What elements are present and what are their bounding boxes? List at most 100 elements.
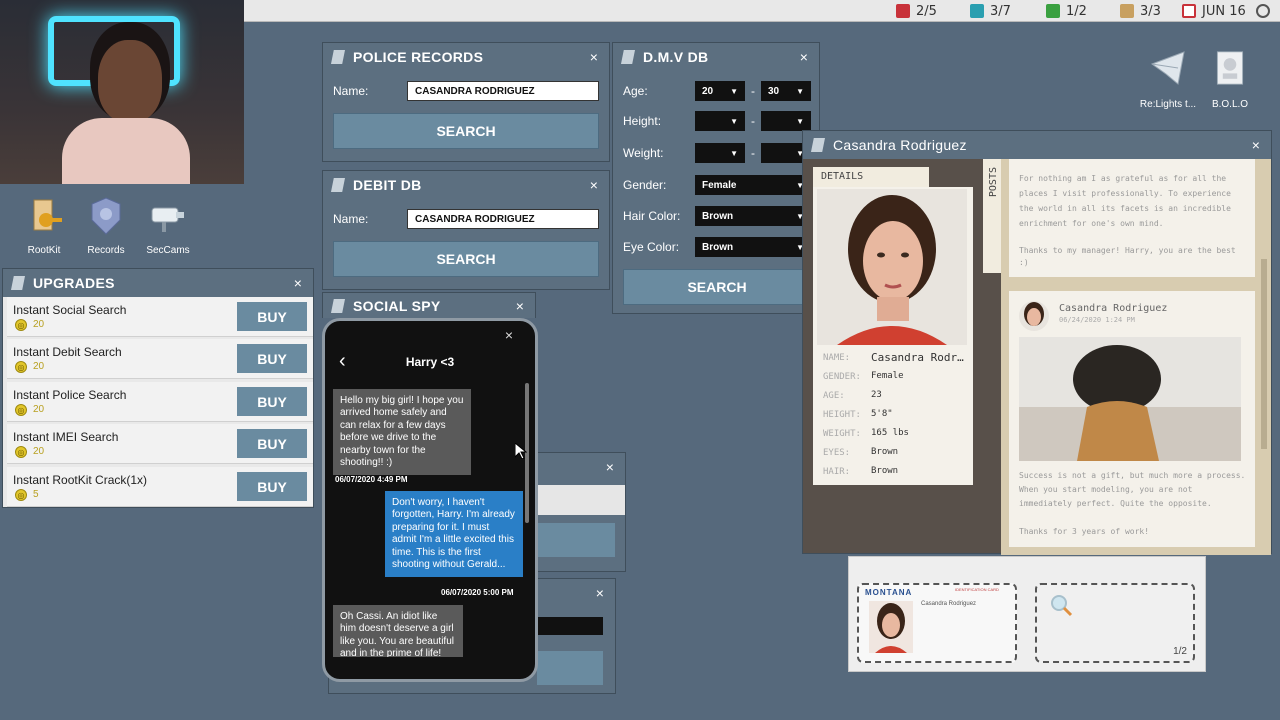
details-tab[interactable]: DETAILS [813,167,929,187]
social-titlebar[interactable]: SOCIAL SPY × [323,293,535,319]
chevron-down-icon: ▼ [730,148,738,158]
gender-select[interactable]: Female ▼ [695,175,811,195]
name-row: Name: CASANDRA RODRIGUEZ [323,81,609,101]
chevron-down-icon: ▼ [730,86,738,96]
range-dash: - [751,146,755,160]
chevron-down-icon: ▼ [730,116,738,126]
buy-button[interactable]: BUY [237,302,307,331]
stat-date[interactable]: JUN 16 [1182,3,1270,19]
upgrade-price: 20 [33,446,45,457]
upgrade-item: Instant Police Search ◎ 20 BUY [7,382,313,422]
details-card: NAME: Casandra Rodr… GENDER: Female AGE:… [813,187,973,485]
magnifier-icon [1051,595,1073,617]
buy-button[interactable]: BUY [237,387,307,416]
stat-teal-note[interactable]: 3/7 [970,3,1011,19]
age-max-select[interactable]: 30 ▼ [761,81,811,101]
search-button[interactable]: SEARCH [333,241,599,277]
post-thanks: Thanks for 3 years of work! [1019,527,1150,536]
mouse-cursor-icon [515,443,527,459]
tan-scroll-icon [1120,4,1134,18]
coin-icon: ◎ [15,489,27,501]
field-value: Brown [871,466,899,476]
dmv-window-icon [621,50,635,64]
window-title: SOCIAL SPY [353,298,441,314]
close-button[interactable]: × [513,298,527,314]
status-bar: 2/5 3/7 1/2 3/3 JUN 16 [244,0,1280,22]
incoming-message: Hello my big girl! I hope you arrived ho… [333,389,471,476]
upgrade-price: 5 [33,489,39,500]
hair-select[interactable]: Brown ▼ [695,206,811,226]
outgoing-message: Don't worry, I haven't forgotten, Harry.… [385,491,523,578]
post-text: For nothing am I as grateful as for all … [1019,174,1231,228]
desktop-icon-seccams[interactable]: SecCams [136,196,200,256]
desktop-icon-email[interactable]: Re:Lights t... [1136,46,1200,110]
weight-label: Weight: [623,146,664,160]
age-min-select[interactable]: 20 ▼ [695,81,745,101]
weight-row: Weight: ▼ - ▼ [613,143,821,163]
close-button[interactable]: × [797,49,811,65]
post-thanks: Thanks to my manager! Harry, you are the… [1019,246,1236,267]
field-label: GENDER: [823,372,861,382]
police-badge-icon [91,197,121,235]
field-label: AGE: [823,391,845,401]
field-label: EYES: [823,448,851,458]
field-value: Casandra Rodr… [871,351,964,364]
age-min-value: 20 [702,85,714,97]
incoming-message: Oh Cassi. An idiot like him doesn't dese… [333,605,463,657]
stat-red-card[interactable]: 2/5 [896,3,937,19]
weight-min-select[interactable]: ▼ [695,143,745,163]
hair-value: Brown [702,210,734,222]
field-value: Female [871,371,904,381]
desktop-icon-rootkit[interactable]: RootKit [12,196,76,256]
close-button[interactable]: × [593,585,607,601]
search-button[interactable]: SEARCH [333,113,599,149]
upgrades-titlebar[interactable]: UPGRADES × [3,269,313,297]
police-titlebar[interactable]: POLICE RECORDS × [323,43,609,71]
stat-tan-scroll[interactable]: 3/3 [1120,3,1161,19]
height-min-select[interactable]: ▼ [695,111,745,131]
icon-label: SecCams [146,245,190,256]
id-card-slot[interactable]: MONTANA IDENTIFICATION CARD Casandra Rod… [857,583,1017,663]
close-button[interactable]: × [1249,137,1263,153]
name-input[interactable]: CASANDRA RODRIGUEZ [407,209,599,229]
teal-note-icon [970,4,984,18]
clock-icon [1255,4,1270,18]
posts-scrollbar[interactable] [1261,259,1267,449]
upgrade-price: 20 [33,404,45,415]
close-button[interactable]: × [603,459,617,475]
chevron-down-icon: ▼ [796,116,804,126]
stat-value: 3/3 [1140,3,1161,19]
chat-contact-name: Harry <3 [405,355,455,369]
field-label: WEIGHT: [823,429,861,439]
close-button[interactable]: × [587,49,601,65]
background-window-titlebar[interactable]: × [537,453,625,481]
desktop-icon-records[interactable]: Records [74,196,138,256]
desktop-icon-bolo[interactable]: B.O.L.O [1198,46,1262,110]
profile-titlebar[interactable]: Casandra Rodriguez × [803,131,1271,159]
name-input[interactable]: CASANDRA RODRIGUEZ [407,81,599,101]
eye-select[interactable]: Brown ▼ [695,237,811,257]
upgrades-window: UPGRADES × Instant Social Search ◎ 20 BU… [2,268,314,508]
buy-button[interactable]: BUY [237,472,307,501]
debit-titlebar[interactable]: DEBIT DB × [323,171,609,199]
stat-green-file[interactable]: 1/2 [1046,3,1087,19]
field-label: HEIGHT: [823,410,861,420]
range-dash: - [751,84,755,98]
field-value: 5'8" [871,409,893,419]
buy-button[interactable]: BUY [237,344,307,373]
range-dash: - [751,114,755,128]
icon-label: Re:Lights t... [1139,99,1197,110]
close-button[interactable]: × [587,177,601,193]
search-button[interactable]: SEARCH [623,269,811,305]
debit-window-icon [331,178,345,192]
phone-close-button[interactable]: × [505,327,513,343]
dmv-titlebar[interactable]: D.M.V DB × [613,43,819,71]
upgrade-item: Instant RootKit Crack(1x) ◎ 5 BUY [7,467,313,507]
height-max-select[interactable]: ▼ [761,111,811,131]
id-card-slot-empty[interactable]: 1/2 [1035,583,1195,663]
gender-row: Gender: Female ▼ [613,175,821,195]
height-row: Height: ▼ - ▼ [613,111,821,131]
icon-label: Records [87,245,125,256]
close-button[interactable]: × [291,275,305,291]
buy-button[interactable]: BUY [237,429,307,458]
